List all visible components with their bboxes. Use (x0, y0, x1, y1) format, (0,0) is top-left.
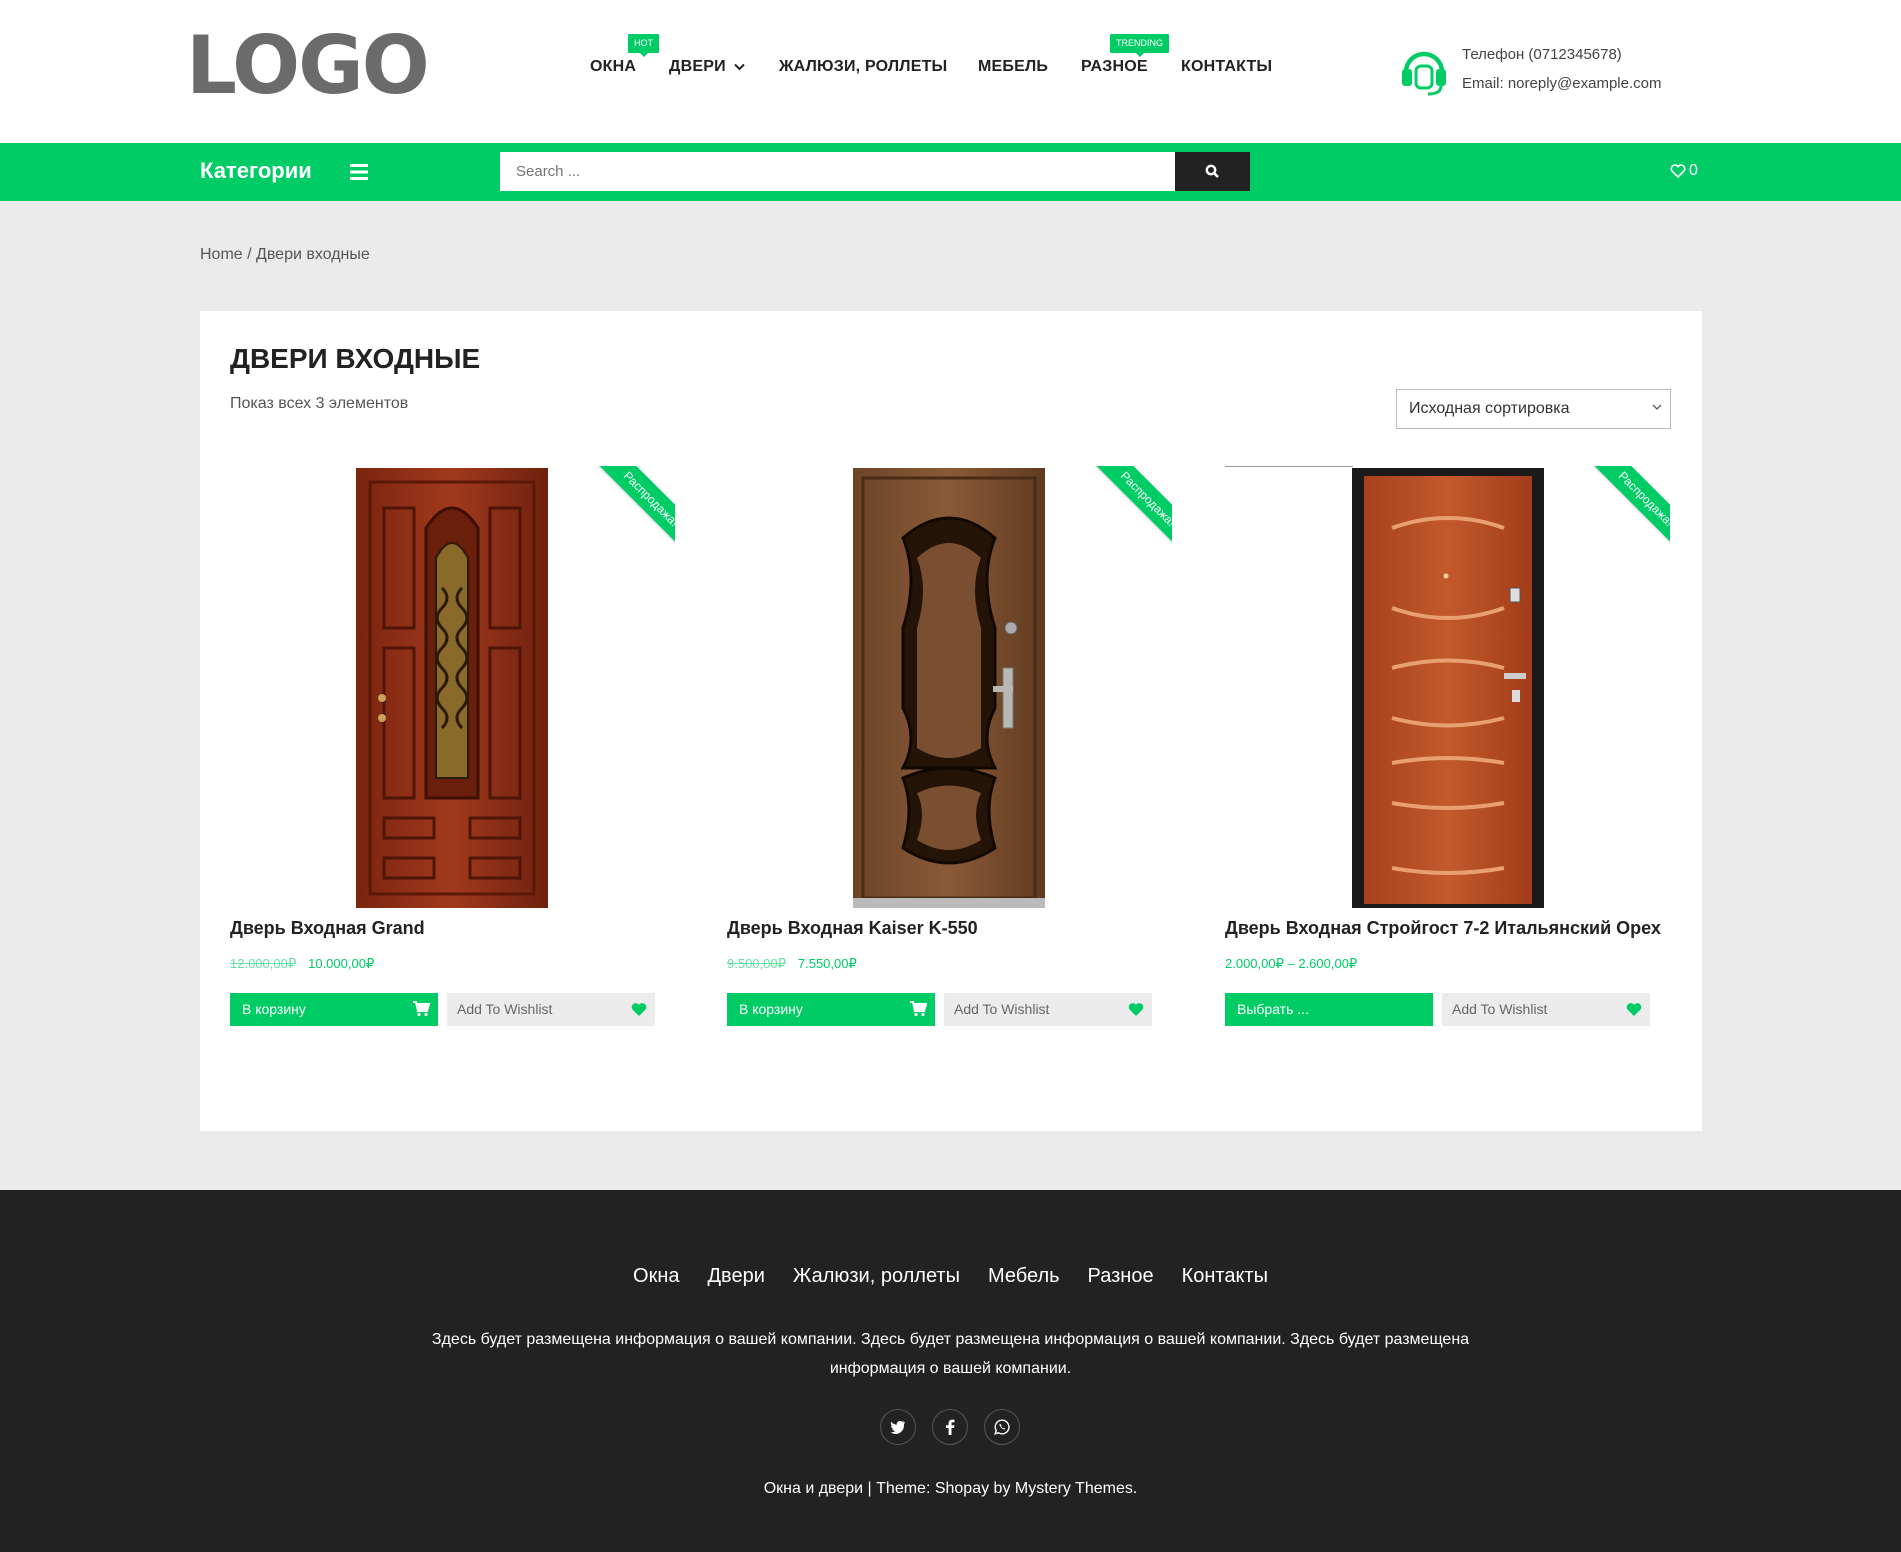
old-price: 9.500,00₽ (727, 956, 786, 971)
nav-item-dveri-label: ДВЕРИ (669, 58, 726, 75)
chevron-down-icon (734, 63, 745, 71)
add-to-cart-label: В корзину (242, 1001, 306, 1017)
chevron-down-icon (1652, 404, 1662, 410)
twitter-link[interactable] (880, 1409, 916, 1445)
product-price: 2.000,00₽ – 2.600,00₽ (1225, 956, 1357, 972)
contact-phone: Телефон (0712345678) (1462, 46, 1622, 63)
footer-copyright: Окна и двери | Theme: Shopay by Mystery … (763, 1480, 1138, 1497)
add-to-wishlist-label: Add To Wishlist (457, 1001, 553, 1017)
sale-ribbon: Распродажа! (589, 466, 675, 552)
twitter-icon (890, 1420, 905, 1434)
product-card: Распродажа! Дверь Входная Grand 12.000,0… (230, 466, 675, 1046)
select-options-button[interactable]: Выбрать ... (1225, 993, 1433, 1026)
sale-ribbon: Распродажа! (1584, 466, 1670, 552)
search-input[interactable] (500, 152, 1176, 191)
nav-item-raznoe[interactable]: РАЗНОЕ (1081, 58, 1148, 76)
nav-badge-hot: HOT (628, 34, 659, 57)
nav-item-zhalyuzi[interactable]: ЖАЛЮЗИ, РОЛЛЕТЫ (779, 58, 947, 76)
product-price: 9.500,00₽ 7.550,00₽ (727, 956, 857, 972)
nav-item-kontakty[interactable]: КОНТАКТЫ (1181, 58, 1272, 76)
whatsapp-link[interactable] (984, 1409, 1020, 1445)
door-image-grand (356, 468, 548, 908)
facebook-icon (946, 1419, 955, 1435)
heart-icon (1128, 1003, 1144, 1016)
page-title: ДВЕРИ ВХОДНЫЕ (230, 343, 481, 374)
nav-item-okna[interactable]: ОКНА (590, 58, 636, 76)
nav-item-mebel[interactable]: МЕБЕЛЬ (978, 58, 1048, 76)
headset-icon (1402, 51, 1446, 96)
footer-link-kontakty[interactable]: Контакты (1182, 1265, 1268, 1288)
old-price: 12.000,00₽ (230, 956, 297, 971)
product-title[interactable]: Дверь Входная Kaiser K-550 (727, 918, 978, 939)
product-card: Распродажа! Дверь Входная Стройгост 7-2 … (1225, 466, 1670, 1046)
door-image-kaiser (853, 468, 1045, 908)
result-count: Показ всех 3 элементов (230, 395, 409, 412)
add-to-cart-button[interactable]: В корзину (727, 993, 935, 1026)
sale-price: 10.000,00₽ (308, 956, 375, 971)
breadcrumb[interactable]: Home / Двери входные (200, 246, 370, 264)
product-price: 12.000,00₽ 10.000,00₽ (230, 956, 374, 972)
footer-link-dveri[interactable]: Двери (708, 1265, 765, 1288)
nav-item-dveri[interactable]: ДВЕРИ (669, 58, 745, 76)
sale-price: 7.550,00₽ (797, 956, 857, 971)
categories-label[interactable]: Категории (200, 158, 312, 184)
social-links (880, 1409, 1020, 1445)
heart-outline-icon (1670, 164, 1686, 178)
add-to-wishlist-button[interactable]: Add To Wishlist (447, 993, 655, 1026)
sort-selected-value: Исходная сортировка (1409, 400, 1570, 417)
price-range: 2.000,00₽ – 2.600,00₽ (1225, 956, 1358, 971)
heart-icon (631, 1003, 647, 1016)
whatsapp-icon (994, 1419, 1010, 1435)
search-icon (1205, 164, 1219, 178)
footer-link-okna[interactable]: Окна (633, 1265, 679, 1288)
sale-badge-text: Распродажа! (1089, 466, 1172, 552)
hamburger-menu-icon[interactable] (350, 163, 370, 181)
footer-company-info: Здесь будет размещена информация о вашей… (431, 1331, 1470, 1377)
site-logo[interactable]: LOGO (186, 20, 430, 112)
product-card: Распродажа! Дверь Входная Kaiser K-550 9… (727, 466, 1172, 1046)
select-options-label: Выбрать ... (1237, 1001, 1309, 1017)
wishlist-count: 0 (1689, 162, 1698, 179)
add-to-wishlist-label: Add To Wishlist (1452, 1001, 1548, 1017)
heart-icon (1626, 1003, 1642, 1016)
cart-icon (910, 1001, 927, 1017)
product-title[interactable]: Дверь Входная Стройгост 7-2 Итальянский … (1225, 918, 1661, 939)
wishlist-counter[interactable]: 0 (1670, 162, 1698, 180)
footer-link-zhalyuzi[interactable]: Жалюзи, роллеты (793, 1265, 960, 1288)
door-image-stroygost (1352, 468, 1544, 908)
product-image[interactable]: Распродажа! (1225, 466, 1670, 910)
footer-link-mebel[interactable]: Мебель (988, 1265, 1060, 1288)
contact-email: Email: noreply@example.com (1462, 75, 1662, 92)
sale-ribbon: Распродажа! (1086, 466, 1172, 552)
product-title[interactable]: Дверь Входная Grand (230, 918, 425, 939)
nav-badge-trending: TRENDING (1110, 34, 1169, 57)
add-to-cart-label: В корзину (739, 1001, 803, 1017)
sale-badge-text: Распродажа! (592, 466, 675, 552)
search-button[interactable] (1175, 152, 1250, 191)
add-to-wishlist-button[interactable]: Add To Wishlist (944, 993, 1152, 1026)
cart-icon (413, 1001, 430, 1017)
footer-link-raznoe[interactable]: Разное (1088, 1265, 1154, 1288)
add-to-wishlist-label: Add To Wishlist (954, 1001, 1050, 1017)
add-to-cart-button[interactable]: В корзину (230, 993, 438, 1026)
sort-select[interactable]: Исходная сортировка (1396, 389, 1671, 429)
product-image[interactable]: Распродажа! (727, 466, 1172, 910)
facebook-link[interactable] (932, 1409, 968, 1445)
product-image[interactable]: Распродажа! (230, 466, 675, 910)
sale-badge-text: Распродажа! (1587, 466, 1670, 552)
footer-nav: Окна Двери Жалюзи, роллеты Мебель Разное… (0, 1265, 1901, 1288)
add-to-wishlist-button[interactable]: Add To Wishlist (1442, 993, 1650, 1026)
